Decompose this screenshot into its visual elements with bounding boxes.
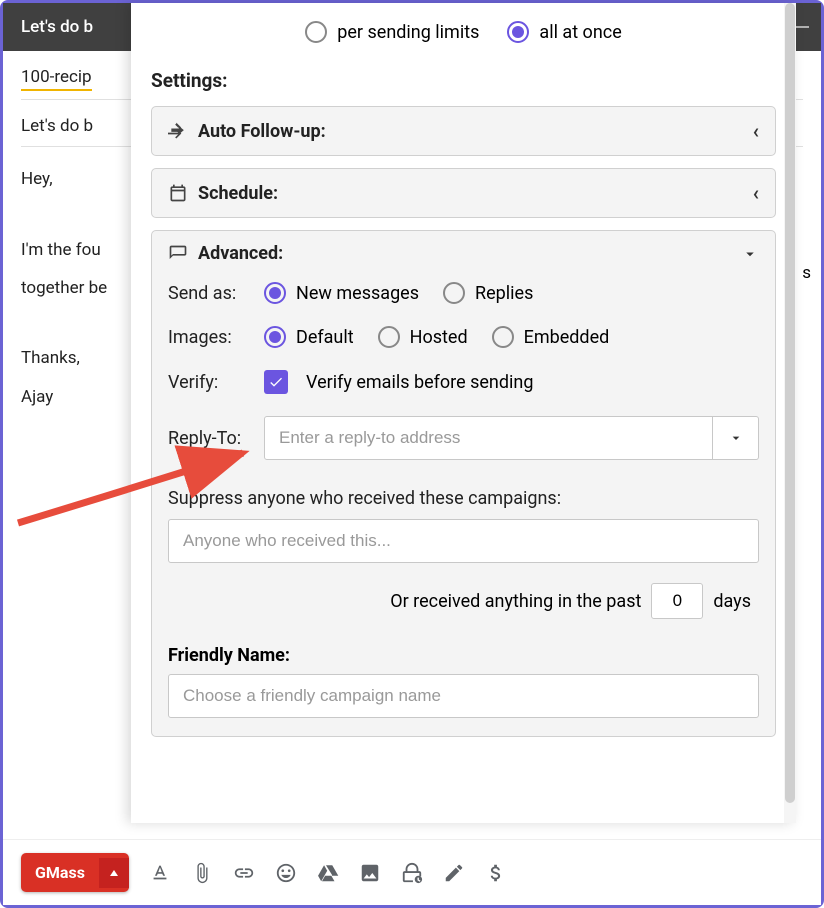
section-schedule[interactable]: Schedule: ‹ (151, 168, 776, 218)
reply-to-dropdown[interactable] (713, 416, 759, 460)
radio-label: all at once (539, 22, 621, 43)
radio-icon (264, 282, 286, 304)
share-icon (168, 121, 188, 141)
image-icon[interactable] (359, 862, 381, 884)
pen-icon[interactable] (443, 862, 465, 884)
trailing-text: s (802, 263, 811, 283)
days-label: days (713, 591, 751, 612)
scrollbar-thumb[interactable] (785, 3, 795, 803)
format-icon[interactable] (149, 862, 171, 884)
radio-default[interactable]: Default (264, 326, 354, 348)
friendly-name-label: Friendly Name: (168, 645, 759, 666)
check-icon (268, 374, 284, 390)
compose-toolbar: GMass (3, 839, 821, 905)
attach-icon[interactable] (191, 862, 213, 884)
confidential-icon[interactable] (401, 862, 423, 884)
gmass-button[interactable]: GMass (21, 853, 129, 892)
recipient-chip[interactable]: 100-recip (21, 67, 92, 91)
sending-mode-row: per sending limits all at once (151, 13, 776, 57)
comment-icon (168, 244, 188, 264)
radio-new-messages[interactable]: New messages (264, 282, 419, 304)
reply-to-row: Reply-To: (168, 416, 759, 460)
gmass-dropdown[interactable] (99, 858, 129, 888)
radio-icon (492, 326, 514, 348)
section-label: Schedule: (198, 183, 278, 204)
compose-title: Let's do b (21, 17, 93, 37)
suppress-input[interactable] (168, 519, 759, 563)
chevron-down-icon (728, 430, 744, 446)
settings-title: Settings: (151, 69, 776, 92)
radio-label: New messages (296, 283, 419, 304)
section-auto-followup[interactable]: Auto Follow-up: ‹ (151, 106, 776, 156)
dollar-icon[interactable] (485, 862, 507, 884)
verify-row: Verify: Verify emails before sending (168, 370, 759, 394)
advanced-header[interactable]: Advanced: (168, 243, 759, 264)
radio-icon (507, 21, 529, 43)
section-advanced: Advanced: Send as: New messages Replies (151, 230, 776, 737)
triangle-up-icon (109, 868, 119, 878)
radio-per-sending-limits[interactable]: per sending limits (305, 21, 479, 43)
reply-to-input[interactable] (264, 416, 713, 460)
emoji-icon[interactable] (275, 862, 297, 884)
chevron-down-icon (741, 245, 759, 263)
radio-label: per sending limits (337, 22, 479, 43)
verify-label: Verify: (168, 372, 246, 393)
send-as-row: Send as: New messages Replies (168, 282, 759, 304)
scrollbar[interactable] (784, 3, 796, 823)
friendly-name-input[interactable] (168, 674, 759, 718)
radio-icon (305, 21, 327, 43)
radio-icon (378, 326, 400, 348)
radio-hosted[interactable]: Hosted (378, 326, 468, 348)
or-received-text: Or received anything in the past (390, 591, 641, 612)
radio-label: Hosted (410, 327, 468, 348)
or-received-row: Or received anything in the past days (168, 563, 759, 645)
chevron-left-icon: ‹ (753, 181, 759, 205)
reply-to-label: Reply-To: (168, 428, 246, 449)
send-as-label: Send as: (168, 283, 246, 304)
verify-text: Verify emails before sending (306, 372, 533, 393)
section-label: Auto Follow-up: (198, 121, 326, 142)
radio-label: Default (296, 327, 354, 348)
images-row: Images: Default Hosted Embedded (168, 326, 759, 348)
radio-icon (264, 326, 286, 348)
radio-label: Embedded (524, 327, 610, 348)
gmass-label: GMass (21, 853, 99, 892)
section-label: Advanced: (198, 243, 283, 264)
verify-checkbox[interactable] (264, 370, 288, 394)
days-input[interactable] (651, 583, 703, 619)
drive-icon[interactable] (317, 862, 339, 884)
suppress-label: Suppress anyone who received these campa… (168, 488, 759, 509)
chevron-left-icon: ‹ (753, 119, 759, 143)
radio-embedded[interactable]: Embedded (492, 326, 610, 348)
radio-label: Replies (475, 283, 533, 304)
link-icon[interactable] (233, 862, 255, 884)
images-label: Images: (168, 327, 246, 348)
radio-icon (443, 282, 465, 304)
settings-panel: per sending limits all at once Settings:… (131, 3, 796, 823)
radio-all-at-once[interactable]: all at once (507, 21, 621, 43)
radio-replies[interactable]: Replies (443, 282, 533, 304)
calendar-icon (168, 183, 188, 203)
